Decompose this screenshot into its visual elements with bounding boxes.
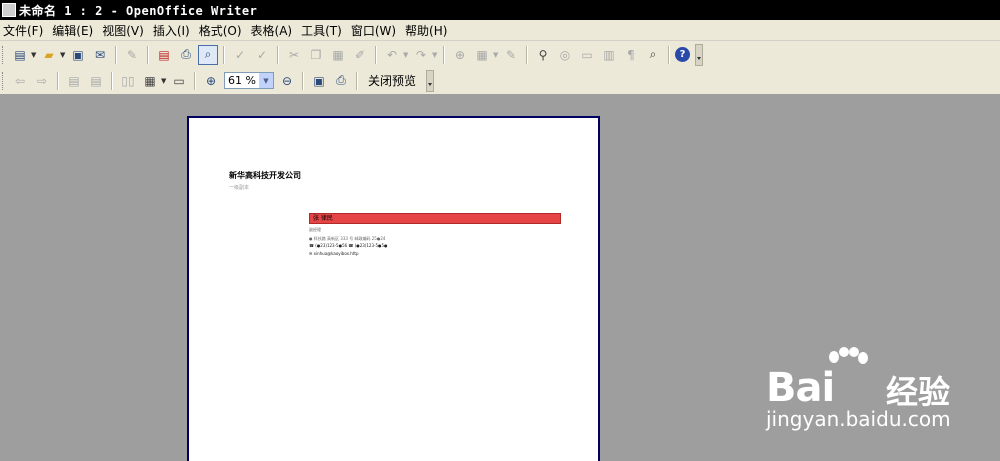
window-title: 未命名 1 : 2 - OpenOffice Writer (19, 3, 258, 18)
first-page-icon[interactable]: ▤ (64, 71, 84, 91)
chevron-down-icon[interactable]: ▼ (259, 73, 273, 88)
separator (223, 45, 225, 64)
menu-insert[interactable]: 插入(I) (150, 22, 196, 39)
print-preview-icon[interactable]: ⎙ (331, 71, 351, 91)
navigator-icon[interactable]: ◎ (555, 45, 575, 65)
data-sources-icon[interactable]: ▥ (599, 45, 619, 65)
find-replace-icon[interactable]: ⚲ (533, 45, 553, 65)
menu-tools[interactable]: 工具(T) (298, 22, 348, 39)
chevron-down-icon[interactable]: ▼ (403, 51, 410, 59)
menu-edit[interactable]: 编辑(E) (49, 22, 99, 39)
address-line: ● 科技路 高新区 333 号 邮政编码 25●24 (309, 236, 386, 241)
zoom-value: 61 % (228, 74, 256, 87)
separator (194, 71, 196, 90)
undo-icon[interactable]: ↶ (382, 45, 402, 65)
chevron-down-icon[interactable]: ▼ (432, 51, 439, 59)
toolbar-options-icon[interactable] (695, 43, 703, 66)
toolbar-options-icon[interactable] (426, 69, 435, 92)
new-document-icon[interactable]: ▤ (10, 45, 30, 65)
book-preview-icon[interactable]: ▭ (169, 71, 189, 91)
app-icon (2, 3, 16, 17)
print-icon[interactable]: ⎙ (176, 45, 196, 65)
save-icon[interactable]: ▣ (68, 45, 88, 65)
next-page-icon[interactable]: ⇨ (32, 71, 52, 91)
menu-view[interactable]: 视图(V) (99, 22, 150, 39)
multiple-pages-icon[interactable]: ▦ (140, 71, 160, 91)
redo-icon[interactable]: ↷ (411, 45, 431, 65)
zoom-in-icon[interactable]: ⊕ (201, 71, 221, 91)
document-page[interactable]: 新华高科技开发公司 一级副本 张 律民 副经理 ● 科技路 高新区 333 号 … (187, 116, 600, 461)
toolbar-grip[interactable] (2, 71, 6, 90)
chevron-down-icon[interactable]: ▼ (161, 77, 168, 85)
last-page-icon[interactable]: ▤ (86, 71, 106, 91)
chevron-down-icon[interactable]: ▼ (60, 51, 67, 59)
chevron-down-icon[interactable]: ▼ (31, 51, 38, 59)
menu-bar: 文件(F) 编辑(E) 视图(V) 插入(I) 格式(O) 表格(A) 工具(T… (0, 20, 1000, 41)
baidu-watermark: Bai 经验 jingyan.baidu.com (756, 345, 996, 453)
watermark-url: jingyan.baidu.com (766, 407, 951, 431)
open-folder-icon[interactable]: ▰ (39, 45, 59, 65)
separator (356, 71, 358, 90)
separator (302, 71, 304, 90)
separator (443, 45, 445, 64)
separator (526, 45, 528, 64)
chevron-down-icon[interactable]: ▼ (493, 51, 500, 59)
menu-table[interactable]: 表格(A) (248, 22, 299, 39)
page-preview-icon[interactable]: ⌕ (198, 44, 218, 65)
help-icon[interactable]: ? (675, 47, 690, 62)
zoom-out-icon[interactable]: ⊖ (277, 71, 297, 91)
copy-icon[interactable]: ❐ (306, 45, 326, 65)
separator (57, 71, 59, 90)
menu-format[interactable]: 格式(O) (196, 22, 248, 39)
menu-help[interactable]: 帮助(H) (402, 22, 453, 39)
two-pages-icon[interactable]: ▯▯ (118, 71, 138, 91)
zoom-select[interactable]: 61 % ▼ (224, 72, 274, 89)
toolbar-grip[interactable] (2, 45, 6, 64)
previous-page-icon[interactable]: ⇦ (10, 71, 30, 91)
format-paintbrush-icon[interactable]: ✐ (350, 45, 370, 65)
separator (115, 45, 117, 64)
separator (111, 71, 113, 90)
autospell-icon[interactable]: ✓ (252, 45, 272, 65)
table-icon[interactable]: ▦ (472, 45, 492, 65)
separator (668, 45, 670, 64)
document-subtitle: 一级副本 (229, 185, 250, 191)
job-title: 副经理 (309, 227, 321, 232)
draw-icon[interactable]: ✎ (501, 45, 521, 65)
cut-icon[interactable]: ✂ (284, 45, 304, 65)
watermark-brand: Bai (766, 365, 835, 411)
edit-file-icon[interactable]: ✎ (122, 45, 142, 65)
separator (277, 45, 279, 64)
hyperlink-icon[interactable]: ⊕ (450, 45, 470, 65)
spellcheck-icon[interactable]: ✓ (230, 45, 250, 65)
zoom-icon[interactable]: ⌕ (643, 45, 663, 65)
separator (375, 45, 377, 64)
close-preview-button[interactable]: 关闭预览 (362, 72, 422, 89)
gallery-icon[interactable]: ▭ (577, 45, 597, 65)
company-name: 新华高科技开发公司 (229, 170, 301, 180)
standard-toolbar: ▤ ▼ ▰ ▼ ▣ ✉ ✎ ▤ ⎙ ⌕ ✓ ✓ ✂ ❐ ▦ ✐ ↶ ▼ ↷ ▼ … (0, 41, 1000, 69)
export-pdf-icon[interactable]: ▤ (154, 45, 174, 65)
page-preview-toolbar: ⇦ ⇨ ▤ ▤ ▯▯ ▦ ▼ ▭ ⊕ 61 % ▼ ⊖ ▣ ⎙ 关闭预览 (0, 67, 1000, 94)
separator (147, 45, 149, 64)
menu-window[interactable]: 窗口(W) (348, 22, 402, 39)
title-bar: 未命名 1 : 2 - OpenOffice Writer (0, 0, 1000, 20)
formatting-marks-icon[interactable]: ¶ (621, 45, 641, 65)
paste-icon[interactable]: ▦ (328, 45, 348, 65)
email-line: ✉ xinhua@kaoyibox.http (309, 251, 359, 256)
email-icon[interactable]: ✉ (90, 45, 110, 65)
phone-line: ☎ (●23)123-5●56 ☎ (●23)123-5●5● (309, 243, 388, 248)
full-screen-icon[interactable]: ▣ (309, 71, 329, 91)
name-banner: 张 律民 (309, 213, 561, 224)
menu-file[interactable]: 文件(F) (0, 22, 49, 39)
